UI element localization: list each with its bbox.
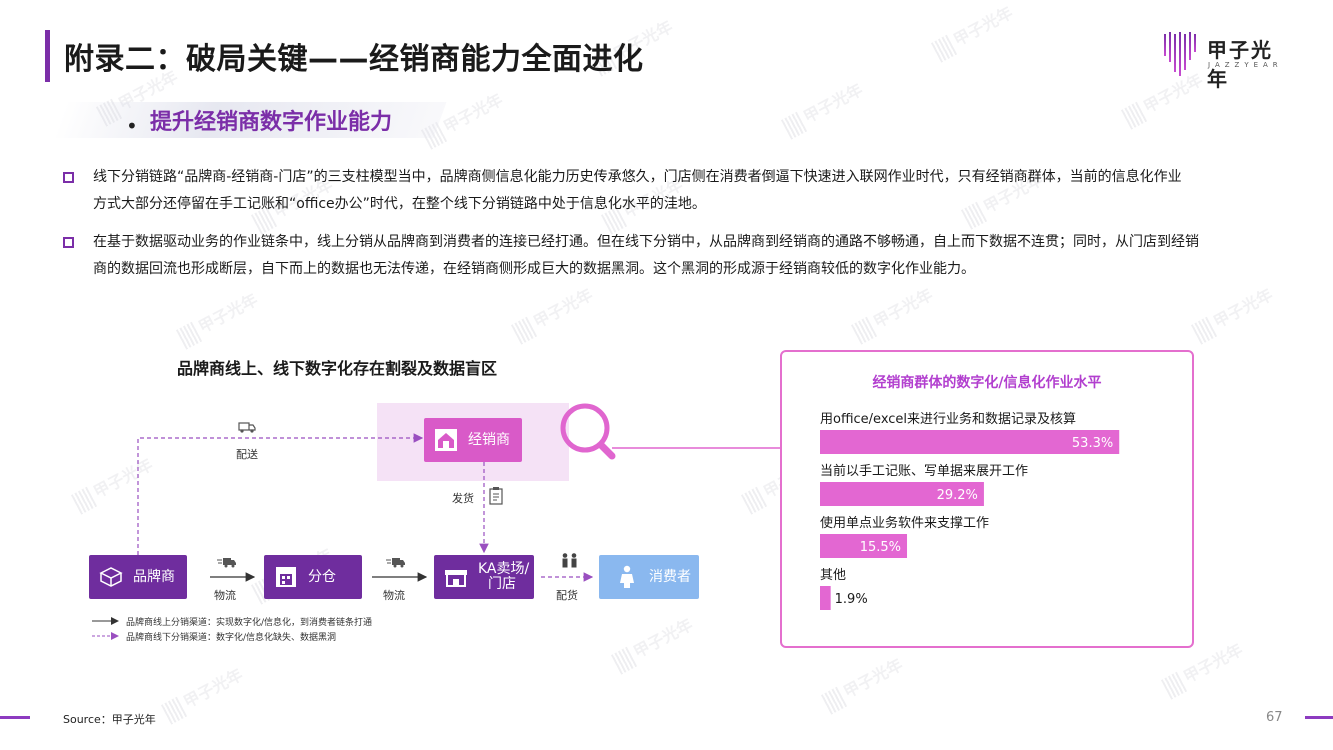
person-icon (613, 563, 641, 591)
node-dealer-label: 经销商 (468, 431, 510, 448)
value-label: 29.2% (937, 488, 978, 503)
footer-accent-right (1305, 716, 1333, 719)
edge-label-wuliu-2: 物流 (383, 589, 405, 602)
node-fencang: 分仓 (264, 555, 362, 599)
node-ka-store: KA卖场/ 门店 (434, 555, 534, 599)
value-label: 1.9% (835, 592, 868, 607)
chart-panel: 经销商群体的数字化/信息化作业水平 用office/excel来进行业务和数据记… (780, 350, 1194, 648)
source-note: Source：甲子光年 (63, 713, 156, 726)
node-ka-label-line2: 门店 (488, 576, 516, 592)
people-icon (562, 553, 577, 568)
dashed-brand-to-dealer (137, 433, 424, 555)
storefront-icon (442, 563, 470, 591)
footer-accent-left (0, 716, 30, 719)
node-brand: 品牌商 (89, 555, 187, 599)
node-ka-label-line1: KA卖场/ (478, 561, 530, 577)
edge-label-fahuo: 发货 (452, 492, 474, 505)
legend-online: 品牌商线上分销渠道：实现数字化/信息化，到消费者链条打通 (126, 618, 373, 628)
edge-label-peisong: 配送 (236, 448, 258, 461)
node-fencang-label: 分仓 (308, 568, 336, 585)
node-ka-label: KA卖场/ 门店 (478, 562, 529, 592)
delivery-truck-icon (386, 558, 405, 568)
category-label: 当前以手工记账、写单据来展开工作 (820, 463, 1028, 479)
magnifier-icon (560, 403, 616, 460)
value-label: 15.5% (860, 540, 901, 555)
value-label: 53.3% (1072, 436, 1113, 451)
delivery-truck-icon (217, 558, 236, 568)
category-label: 用office/excel来进行业务和数据记录及核算 (820, 411, 1076, 427)
edge-label-peihuo: 配货 (556, 589, 578, 602)
box-icon (97, 563, 125, 591)
node-dealer: 经销商 (424, 418, 522, 462)
bar-chart: 用office/excel来进行业务和数据记录及核算 53.3% 当前以手工记账、写… (820, 411, 1120, 610)
clipboard-icon (489, 487, 503, 505)
page-number: 67 (1266, 710, 1283, 725)
bar (820, 586, 831, 610)
category-label: 使用单点业务软件来支撑工作 (820, 515, 989, 531)
node-brand-label: 品牌商 (133, 568, 175, 585)
legend-offline: 品牌商线下分销渠道：数字化/信息化缺失、数据黑洞 (126, 633, 337, 643)
store-house-icon (432, 426, 460, 454)
node-consumer-label: 消费者 (649, 568, 691, 585)
truck-icon (238, 422, 256, 433)
category-label: 其他 (820, 568, 846, 583)
warehouse-icon (272, 563, 300, 591)
node-consumer: 消费者 (599, 555, 699, 599)
edge-label-wuliu-1: 物流 (214, 589, 236, 602)
